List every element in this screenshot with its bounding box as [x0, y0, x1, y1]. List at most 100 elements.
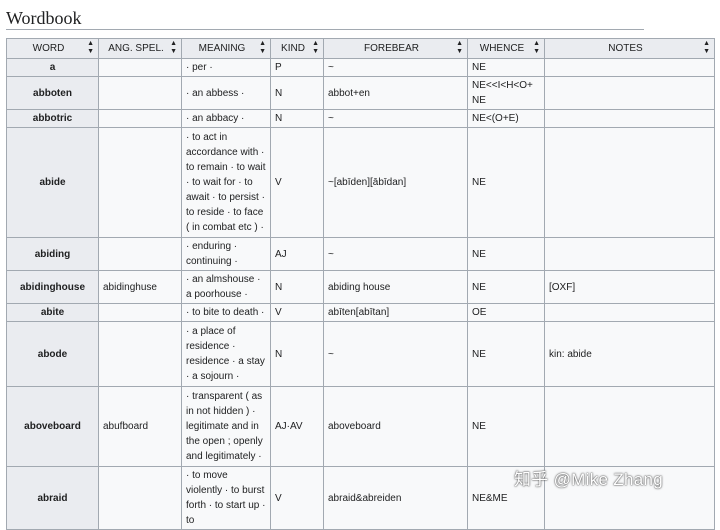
word-cell: abite: [6, 303, 99, 322]
whence-cell: NE<(O+E): [467, 109, 545, 128]
column-header-meaning[interactable]: MEANING ▲ ▼: [181, 38, 271, 59]
kind-cell: AJ: [270, 237, 324, 271]
meaning-cell: · an abbacy ·: [181, 109, 271, 128]
notes-cell: [544, 109, 715, 128]
kind-cell: N: [270, 76, 324, 110]
notes-cell: [544, 386, 715, 467]
whence-cell: NE: [467, 127, 545, 238]
table-row: abbotric · an abbacy · N ~ NE<(O+E): [6, 109, 715, 128]
ang-cell: abufboard: [98, 386, 182, 467]
whence-cell: OE: [467, 303, 545, 322]
meaning-cell: · to act in accordance with · to remain …: [181, 127, 271, 238]
column-header-label: ANG. SPEL.: [108, 43, 164, 54]
notes-cell: [544, 237, 715, 271]
ang-cell: [98, 109, 182, 128]
notes-cell: [544, 127, 715, 238]
column-header-label: FOREBEAR: [363, 43, 419, 54]
table-row: a · per · P ~ NE: [6, 58, 715, 77]
sort-icon[interactable]: ▲ ▼: [312, 40, 319, 56]
forebear-cell: aboveboard: [323, 386, 468, 467]
notes-cell: [544, 76, 715, 110]
word-cell: abboten: [6, 76, 99, 110]
column-header-word[interactable]: WORD ▲ ▼: [6, 38, 99, 59]
kind-cell: P: [270, 58, 324, 77]
kind-cell: N: [270, 270, 324, 304]
word-cell: abraid: [6, 466, 99, 530]
sort-icon[interactable]: ▲ ▼: [533, 40, 540, 56]
table-row: abiding · enduring · continuing · AJ ~ NE: [6, 237, 715, 271]
word-cell: abide: [6, 127, 99, 238]
whence-cell: NE: [467, 270, 545, 304]
forebear-cell: ~: [323, 321, 468, 387]
column-header-notes[interactable]: NOTES ▲ ▼: [544, 38, 715, 59]
notes-cell: kin: abide: [544, 321, 715, 387]
forebear-cell: abiding house: [323, 270, 468, 304]
forebear-cell: ~[abīden][ābīdan]: [323, 127, 468, 238]
meaning-cell: · to move violently · to burst forth · t…: [181, 466, 271, 530]
sort-icon[interactable]: ▲ ▼: [703, 40, 710, 56]
ang-cell: [98, 76, 182, 110]
table-row: abboten · an abbess · Nabbot+en NE<<I<H<O+N…: [6, 76, 715, 110]
column-header-forebear[interactable]: FOREBEAR ▲ ▼: [323, 38, 468, 59]
ang-cell: [98, 127, 182, 238]
ang-cell: [98, 466, 182, 530]
meaning-cell: · an almshouse · a poorhouse ·: [181, 270, 271, 304]
column-header-kind[interactable]: KIND ▲ ▼: [270, 38, 324, 59]
notes-cell: [OXF]: [544, 270, 715, 304]
header-row: WORD ▲ ▼ ANG. SPEL. ▲ ▼ MEANING ▲ ▼ KIND ▲ ▼ FOREBEA…: [6, 38, 715, 59]
forebear-cell: ~: [323, 237, 468, 271]
whence-cell: NE<<I<H<O+NE: [467, 76, 545, 110]
table-row: abidinghouse abidinghuse · an almshouse · …: [6, 270, 715, 304]
ang-cell: [98, 303, 182, 322]
table-row: abode · a place of residence · residence …: [6, 321, 715, 387]
ang-cell: [98, 58, 182, 77]
whence-cell: NE: [467, 386, 545, 467]
ang-cell: abidinghuse: [98, 270, 182, 304]
forebear-cell: abīten[abītan]: [323, 303, 468, 322]
sort-icon[interactable]: ▲ ▼: [87, 40, 94, 56]
table-row: abide · to act in accordance with · to re…: [6, 127, 715, 238]
kind-cell: N: [270, 109, 324, 128]
kind-cell: V: [270, 466, 324, 530]
forebear-cell: abraid&abreiden: [323, 466, 468, 530]
whence-cell: NE: [467, 237, 545, 271]
kind-cell: V: [270, 303, 324, 322]
meaning-cell: · transparent ( as in not hidden ) · leg…: [181, 386, 271, 467]
table-row: aboveboard abufboard · transparent ( as in…: [6, 386, 715, 467]
column-header-whence[interactable]: WHENCE ▲ ▼: [467, 38, 545, 59]
watermark: 知乎 @Mike Zhang: [514, 470, 663, 489]
notes-cell: [544, 58, 715, 77]
ang-cell: [98, 321, 182, 387]
sort-icon[interactable]: ▲ ▼: [259, 40, 266, 56]
column-header-label: WHENCE: [479, 43, 525, 54]
column-header-label: KIND: [281, 43, 305, 54]
kind-cell: V: [270, 127, 324, 238]
wordbook-table: WORD ▲ ▼ ANG. SPEL. ▲ ▼ MEANING ▲ ▼ KIND ▲ ▼ FOREBEA…: [6, 38, 715, 530]
meaning-cell: · enduring · continuing ·: [181, 237, 271, 271]
forebear-cell: ~: [323, 58, 468, 77]
sort-icon[interactable]: ▲ ▼: [456, 40, 463, 56]
word-cell: abiding: [6, 237, 99, 271]
meaning-cell: · per ·: [181, 58, 271, 77]
forebear-cell: ~: [323, 109, 468, 128]
kind-cell: N: [270, 321, 324, 387]
word-cell: a: [6, 58, 99, 77]
sort-icon[interactable]: ▲ ▼: [170, 40, 177, 56]
column-header-label: WORD: [32, 43, 65, 54]
meaning-cell: · a place of residence · residence · a s…: [181, 321, 271, 387]
page-title: Wordbook: [6, 8, 644, 30]
word-cell: abbotric: [6, 109, 99, 128]
column-header-ang-spel[interactable]: ANG. SPEL. ▲ ▼: [98, 38, 182, 59]
ang-cell: [98, 237, 182, 271]
forebear-cell: abbot+en: [323, 76, 468, 110]
column-header-label: NOTES: [608, 43, 643, 54]
word-cell: aboveboard: [6, 386, 99, 467]
notes-cell: [544, 303, 715, 322]
word-cell: abode: [6, 321, 99, 387]
table-row: abite · to bite to death · Vabīten[abītan]…: [6, 303, 715, 322]
whence-cell: NE: [467, 321, 545, 387]
meaning-cell: · an abbess ·: [181, 76, 271, 110]
meaning-cell: · to bite to death ·: [181, 303, 271, 322]
column-header-label: MEANING: [198, 43, 246, 54]
whence-cell: NE: [467, 58, 545, 77]
